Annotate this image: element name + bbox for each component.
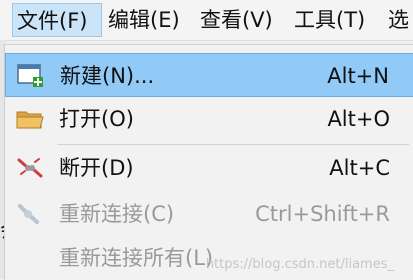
menu-item-disconnect[interactable]: 断开(D) Alt+C <box>5 146 413 190</box>
menu-file[interactable]: 文件(F) <box>12 3 102 37</box>
menu-item-label: 重新连接(C) <box>59 202 175 226</box>
file-dropdown-menu: 新建(N)... Alt+N 打开(O) Alt+O 断开(D) Alt+C 重… <box>4 44 413 280</box>
menu-item-shortcut: Ctrl+Shift+R <box>255 202 390 226</box>
folder-icon <box>15 105 45 133</box>
menu-item-shortcut: Alt+O <box>327 107 390 131</box>
menu-item-reconnect: 重新连接(C) Ctrl+Shift+R <box>5 192 413 236</box>
menu-edit[interactable]: 编辑(E) <box>108 3 180 37</box>
menu-item-label: 打开(O) <box>59 107 134 131</box>
menu-separator <box>57 144 409 145</box>
menu-tools[interactable]: 工具(T) <box>294 3 365 37</box>
menu-item-open[interactable]: 打开(O) Alt+O <box>5 97 413 141</box>
menu-bar: 文件(F) 编辑(E) 查看(V) 工具(T) 选 <box>0 0 413 41</box>
disconnect-icon <box>15 154 45 182</box>
new-window-icon <box>16 62 46 90</box>
menu-item-label: 新建(N)... <box>60 64 155 88</box>
menu-item-shortcut: Alt+C <box>329 156 390 180</box>
menu-item-shortcut: Alt+N <box>327 64 389 88</box>
menu-view[interactable]: 查看(V) <box>200 3 273 37</box>
menu-item-label: 重新连接所有(L) <box>59 246 214 270</box>
reconnect-icon <box>15 200 45 228</box>
menu-item-label: 断开(D) <box>59 156 134 180</box>
watermark-text: https://blog.csdn.net/liames_ <box>205 257 394 272</box>
menu-more-truncated[interactable]: 选 <box>388 3 409 37</box>
menu-item-new[interactable]: 新建(N)... Alt+N <box>5 53 413 97</box>
